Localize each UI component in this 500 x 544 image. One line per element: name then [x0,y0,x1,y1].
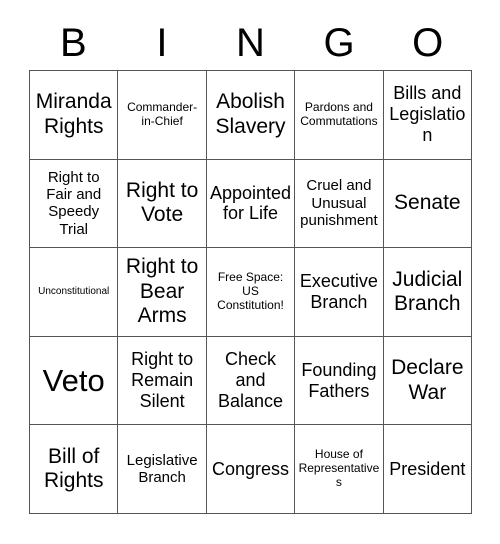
header-letter-i: I [156,21,168,65]
bingo-cell-label: Congress [211,458,290,479]
bingo-cell[interactable]: Bill of Rights [30,425,119,514]
bingo-cell[interactable]: Unconstitutional [30,248,119,337]
bingo-cell[interactable]: Executive Branch [295,248,384,337]
bingo-cell[interactable]: Senate [383,159,473,249]
bingo-cell[interactable]: Legislative Branch [118,425,207,514]
bingo-row: Right to Fair and Speedy Trial Right to … [30,159,473,249]
bingo-cell[interactable]: Right to Fair and Speedy Trial [30,159,119,249]
bingo-cell[interactable]: Pardons and Commutations [295,71,384,160]
bingo-cell[interactable]: Abolish Slavery [206,71,296,160]
bingo-row: Miranda Rights Commander-in-Chief Abolis… [30,71,473,160]
bingo-cell-label: Free Space: US Constitution! [217,270,284,312]
bingo-cell-label: Bill of Rights [43,444,104,493]
bingo-cell-label: Cruel and Unusual punishment [300,177,378,230]
bingo-cell[interactable]: Miranda Rights [30,71,119,160]
header-letter-n: N [236,21,265,65]
bingo-cell[interactable]: Right to Remain Silent [118,336,207,426]
bingo-cell[interactable]: Check and Balance [206,336,296,426]
bingo-cell-label: Right to Bear Arms [125,255,199,328]
bingo-cell-free-space[interactable]: Free Space: US Constitution! [206,248,296,337]
bingo-cell[interactable]: Congress [206,425,296,514]
bingo-cell[interactable]: Right to Bear Arms [118,248,207,337]
bingo-cell-label: Pardons and Commutations [300,99,378,128]
bingo-row: Bill of Rights Legislative Branch Congre… [30,425,473,514]
header-letter-g: G [323,21,355,65]
bingo-cell-label: Bills and Legislation [389,83,466,146]
bingo-cell-label: Executive Branch [299,271,378,312]
bingo-cell-label: Founding Fathers [301,359,377,401]
bingo-cell-label: Check and Balance [217,349,284,412]
bingo-cell[interactable]: Right to Vote [118,159,207,249]
bingo-cell-label: Veto [42,362,105,398]
bingo-cell[interactable]: Declare War [383,336,473,426]
bingo-cell-label: House of Representatives [298,447,380,490]
bingo-cell[interactable]: House of Representatives [295,425,384,514]
bingo-cell-label: Unconstitutional [38,286,110,298]
bingo-cell-label: Right to Fair and Speedy Trial [46,168,102,238]
bingo-cell-label: Commander-in-Chief [127,99,198,128]
bingo-cell[interactable]: Judicial Branch [383,248,473,337]
bingo-cell[interactable]: Commander-in-Chief [118,71,207,160]
bingo-cell[interactable]: Veto [30,336,119,426]
bingo-cell[interactable]: President [383,425,473,514]
bingo-cell[interactable]: Founding Fathers [295,336,384,426]
bingo-row: Veto Right to Remain Silent Check and Ba… [30,336,473,426]
header-letter-o: O [412,21,444,65]
bingo-header: B I N G O [29,16,472,70]
bingo-cell-label: Right to Remain Silent [131,349,194,412]
bingo-cell-label: Right to Vote [125,179,199,227]
bingo-cell[interactable]: Cruel and Unusual punishment [295,159,384,249]
bingo-cell-label: Abolish Slavery [215,90,286,138]
bingo-card: B I N G O Miranda Rights Commander-in-Ch… [0,0,500,544]
bingo-cell-label: Judicial Branch [392,267,463,315]
bingo-grid: Miranda Rights Commander-in-Chief Abolis… [29,70,473,514]
bingo-cell-label: President [389,458,466,479]
bingo-cell-label: Senate [394,191,461,215]
bingo-cell-label: Miranda Rights [35,90,112,138]
bingo-cell-label: Declare War [391,356,464,404]
bingo-row: Unconstitutional Right to Bear Arms Free… [30,248,473,337]
bingo-cell-label: Legislative Branch [126,451,198,487]
bingo-cell[interactable]: Bills and Legislation [383,71,473,160]
header-letter-b: B [59,21,87,65]
bingo-cell-label: Appointed for Life [209,182,292,224]
bingo-cell[interactable]: Appointed for Life [206,159,296,249]
